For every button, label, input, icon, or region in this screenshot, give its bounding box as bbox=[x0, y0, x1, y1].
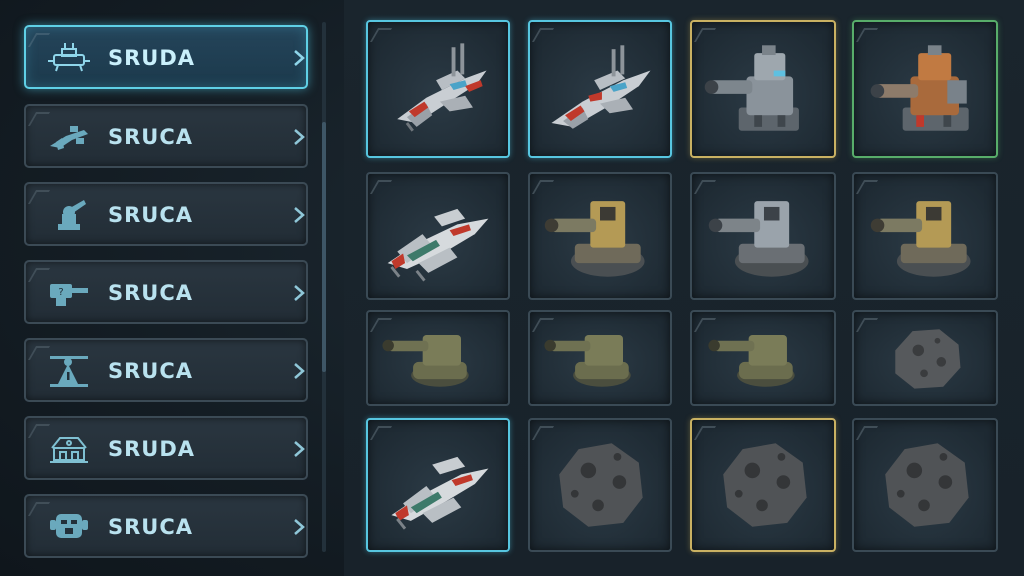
chevron-right-icon bbox=[294, 519, 305, 535]
asteroid-icon bbox=[885, 443, 969, 527]
tower-icon bbox=[50, 356, 88, 387]
turret-icon bbox=[544, 335, 631, 387]
scroll-thumb[interactable] bbox=[322, 122, 326, 372]
spaceship-icon bbox=[551, 45, 651, 129]
category-button-6[interactable]: SRUDA bbox=[24, 416, 308, 480]
cannon-icon bbox=[544, 201, 645, 277]
category-button-2[interactable]: SRUCA bbox=[24, 104, 308, 168]
category-label: SRUCA bbox=[108, 359, 194, 383]
sidebar-scrollbar[interactable] bbox=[322, 22, 326, 552]
item-slot-turret[interactable] bbox=[528, 310, 672, 406]
item-slot-spaceship[interactable] bbox=[366, 20, 510, 158]
category-button-7[interactable]: SRUCA bbox=[24, 494, 308, 558]
cannon-icon bbox=[58, 200, 86, 230]
fighter-icon bbox=[50, 126, 88, 150]
category-button-3[interactable]: SRUCA bbox=[24, 182, 308, 246]
chevron-right-icon bbox=[294, 441, 305, 457]
item-slot-turret[interactable] bbox=[852, 20, 998, 158]
category-label: SRUCA bbox=[108, 515, 194, 539]
item-slot-cannon[interactable] bbox=[690, 172, 836, 300]
cannon-icon bbox=[708, 201, 809, 277]
category-sidebar: SRUDA SRUCA SRUCA ? SRUCA SRUCA SRUDA SR… bbox=[0, 0, 330, 576]
item-slot-spaceship[interactable] bbox=[366, 418, 510, 552]
chevron-right-icon bbox=[294, 129, 305, 145]
svg-text:?: ? bbox=[58, 287, 63, 298]
turret-icon: ? bbox=[50, 284, 88, 306]
base-icon bbox=[50, 437, 88, 463]
category-button-1[interactable]: SRUDA bbox=[24, 25, 308, 89]
cannon-icon bbox=[870, 201, 971, 277]
item-slot-turret[interactable] bbox=[690, 20, 836, 158]
category-label: SRUCA bbox=[108, 203, 194, 227]
item-slot-turret[interactable] bbox=[366, 310, 510, 406]
item-slot-spaceship[interactable] bbox=[366, 172, 510, 300]
ship-icon bbox=[48, 43, 90, 72]
item-slot-turret[interactable] bbox=[690, 310, 836, 406]
spaceship-icon bbox=[397, 43, 487, 132]
category-button-5[interactable]: SRUCA bbox=[24, 338, 308, 402]
item-slot-cannon[interactable] bbox=[852, 172, 998, 300]
item-slot-asteroid[interactable] bbox=[690, 418, 836, 552]
category-label: SRUDA bbox=[108, 437, 196, 461]
chevron-right-icon bbox=[294, 50, 305, 66]
asteroid-icon bbox=[895, 329, 961, 389]
turret-icon bbox=[382, 335, 469, 387]
turret-icon bbox=[708, 335, 795, 387]
asteroid-icon bbox=[723, 443, 807, 527]
item-slot-cannon[interactable] bbox=[528, 172, 672, 300]
robot-icon bbox=[50, 514, 88, 538]
chevron-right-icon bbox=[294, 207, 305, 223]
asteroid-icon bbox=[559, 443, 643, 527]
spaceship-icon bbox=[387, 208, 489, 282]
category-label: SRUDA bbox=[108, 46, 196, 70]
turret-icon bbox=[870, 45, 969, 131]
category-label: SRUCA bbox=[108, 125, 194, 149]
item-slot-spaceship[interactable] bbox=[528, 20, 672, 158]
item-slot-asteroid[interactable] bbox=[852, 418, 998, 552]
item-slot-asteroid[interactable] bbox=[852, 310, 998, 406]
item-slot-asteroid[interactable] bbox=[528, 418, 672, 552]
spaceship-icon bbox=[391, 456, 489, 530]
chevron-right-icon bbox=[294, 363, 305, 379]
chevron-right-icon bbox=[294, 285, 305, 301]
turret-icon bbox=[704, 45, 799, 131]
category-button-4[interactable]: ? SRUCA bbox=[24, 260, 308, 324]
category-label: SRUCA bbox=[108, 281, 194, 305]
